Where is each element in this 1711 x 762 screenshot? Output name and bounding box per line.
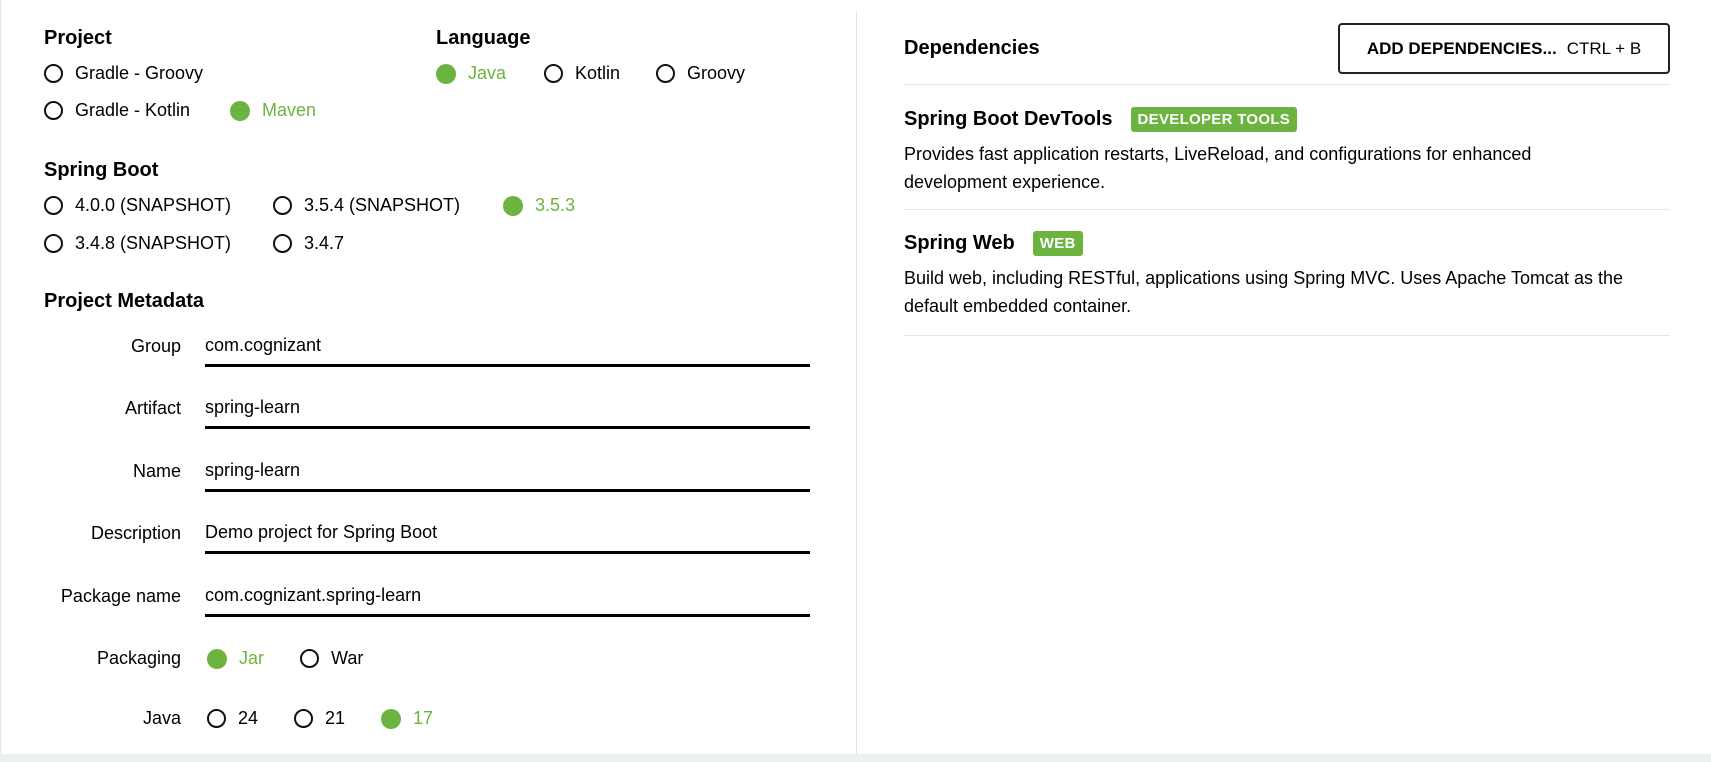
- dependency-item-spring-web[interactable]: Spring Web WEB Build web, including REST…: [904, 228, 1670, 320]
- spring-boot-title: Spring Boot: [44, 159, 159, 181]
- java-label: Java: [142, 708, 181, 728]
- radio-boot-3-5-3[interactable]: 3.5.3: [503, 195, 575, 216]
- radio-java-21[interactable]: 21: [294, 708, 345, 729]
- artifact-label: Artifact: [124, 398, 181, 418]
- language-title: Language: [436, 27, 531, 49]
- dependencies-title: Dependencies: [904, 37, 1040, 59]
- radio-circle-icon: [300, 649, 319, 668]
- group-input[interactable]: [205, 327, 810, 367]
- radio-circle-icon: [44, 196, 63, 215]
- package-name-input[interactable]: [205, 577, 810, 617]
- radio-label: 17: [413, 708, 434, 728]
- dependency-name: Spring Boot DevTools: [904, 107, 1113, 130]
- radio-checked-icon: [381, 708, 401, 729]
- dependency-description: Build web, including RESTful, applicatio…: [904, 268, 1624, 316]
- radio-label: War: [331, 648, 364, 668]
- radio-circle-icon: [207, 709, 226, 728]
- radio-gradle-kotlin[interactable]: Gradle - Kotlin: [44, 100, 190, 121]
- radio-groovy[interactable]: Groovy: [656, 63, 745, 84]
- radio-java-17[interactable]: 17: [381, 708, 433, 729]
- radio-circle-icon: [44, 234, 63, 253]
- category-badge: DEVELOPER TOOLS: [1130, 106, 1298, 132]
- radio-label: 4.0.0 (SNAPSHOT): [75, 195, 232, 215]
- divider: [904, 335, 1670, 336]
- name-label: Name: [132, 461, 181, 481]
- radio-java[interactable]: Java: [436, 63, 506, 84]
- dependency-name: Spring Web: [904, 231, 1015, 254]
- packaging-label: Packaging: [96, 648, 181, 668]
- radio-label: Gradle - Kotlin: [75, 100, 191, 120]
- add-dependencies-label: ADD DEPENDENCIES...: [1366, 38, 1557, 58]
- project-metadata-title: Project Metadata: [44, 290, 205, 312]
- spring-initializr-page: Project Gradle - Groovy Gradle - Kotlin …: [0, 0, 1711, 762]
- radio-label: Groovy: [687, 63, 746, 83]
- radio-label: 21: [325, 708, 346, 728]
- artifact-input[interactable]: [205, 389, 810, 429]
- radio-label: 3.4.8 (SNAPSHOT): [75, 233, 232, 253]
- description-label: Description: [90, 523, 181, 543]
- radio-boot-3-5-4-snapshot[interactable]: 3.5.4 (SNAPSHOT): [273, 195, 460, 216]
- radio-checked-icon: [503, 195, 523, 216]
- add-dependencies-button[interactable]: ADD DEPENDENCIES... CTRL + B: [1338, 23, 1670, 74]
- radio-label: 24: [238, 708, 259, 728]
- radio-gradle-groovy[interactable]: Gradle - Groovy: [44, 63, 203, 84]
- left-edge-border: [0, 0, 1, 754]
- radio-label: Maven: [262, 100, 317, 120]
- divider: [904, 209, 1670, 210]
- radio-circle-icon: [44, 101, 63, 120]
- radio-checked-icon: [230, 100, 250, 121]
- radio-boot-3-4-7[interactable]: 3.4.7: [273, 233, 344, 254]
- name-input[interactable]: [205, 452, 810, 492]
- radio-label: 3.5.4 (SNAPSHOT): [304, 195, 461, 215]
- radio-boot-4-0-0-snapshot[interactable]: 4.0.0 (SNAPSHOT): [44, 195, 231, 216]
- group-label: Group: [130, 336, 181, 356]
- package-name-label: Package name: [60, 586, 181, 606]
- project-title: Project: [44, 27, 112, 49]
- radio-label: Gradle - Groovy: [75, 63, 204, 83]
- radio-circle-icon: [273, 196, 292, 215]
- radio-maven[interactable]: Maven: [230, 100, 316, 121]
- radio-war[interactable]: War: [300, 648, 363, 669]
- radio-label: Kotlin: [575, 63, 621, 83]
- radio-boot-3-4-8-snapshot[interactable]: 3.4.8 (SNAPSHOT): [44, 233, 231, 254]
- divider: [904, 84, 1670, 85]
- radio-label: Jar: [239, 648, 265, 668]
- radio-jar[interactable]: Jar: [207, 648, 264, 669]
- description-input[interactable]: [205, 514, 810, 554]
- dependency-item-devtools[interactable]: Spring Boot DevTools DEVELOPER TOOLS Pro…: [904, 104, 1670, 196]
- radio-label: 3.4.7: [304, 233, 345, 253]
- category-badge: WEB: [1032, 230, 1083, 256]
- keyboard-shortcut: CTRL + B: [1566, 38, 1642, 58]
- radio-label: Java: [468, 63, 507, 83]
- radio-label: 3.5.3: [535, 195, 576, 215]
- radio-checked-icon: [436, 63, 456, 84]
- radio-circle-icon: [294, 709, 313, 728]
- dependency-description: Provides fast application restarts, Live…: [904, 144, 1532, 192]
- radio-circle-icon: [273, 234, 292, 253]
- radio-circle-icon: [544, 64, 563, 83]
- column-divider: [856, 12, 857, 756]
- radio-kotlin[interactable]: Kotlin: [544, 63, 620, 84]
- radio-circle-icon: [44, 64, 63, 83]
- radio-checked-icon: [207, 648, 227, 669]
- radio-circle-icon: [656, 64, 675, 83]
- radio-java-24[interactable]: 24: [207, 708, 258, 729]
- bottom-strip: [0, 754, 1711, 762]
